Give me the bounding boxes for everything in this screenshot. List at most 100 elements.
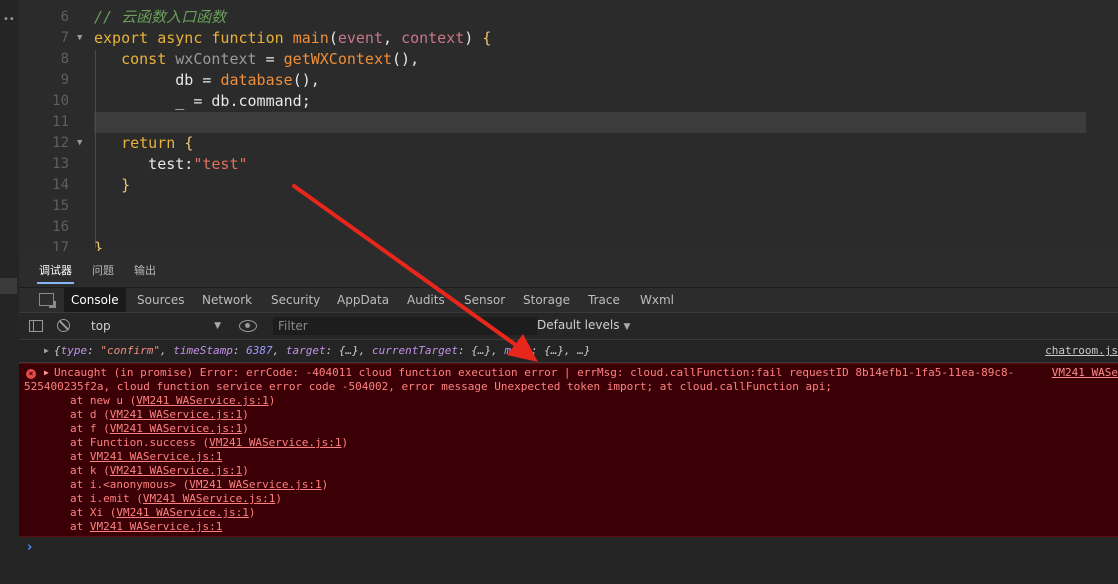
stack-frame-link[interactable]: VM241 WAService.js:1 bbox=[110, 464, 242, 477]
console-output: ▶ {type: "confirm", timeStamp: 6387, tar… bbox=[19, 340, 1118, 584]
tab-wxml[interactable]: Wxml bbox=[640, 288, 674, 312]
code-token: "test" bbox=[193, 155, 248, 173]
stack-frame-label: at k ( bbox=[70, 464, 110, 477]
code-text: } bbox=[94, 175, 130, 196]
code-line[interactable]: 8 const wxContext = getWXContext(), bbox=[19, 49, 1118, 70]
devtools-panel: 调试器 问题 输出 Console Sources Network Securi… bbox=[19, 251, 1118, 584]
stack-frame-link[interactable]: VM241 WAService.js:1 bbox=[136, 394, 268, 407]
stack-frame-link[interactable]: VM241 WAService.js:1 bbox=[189, 478, 321, 491]
fold-arrow-icon[interactable]: ▼ bbox=[77, 133, 82, 154]
line-number: 6 bbox=[60, 9, 69, 25]
stack-frame-suffix: ) bbox=[268, 394, 276, 407]
line-number: 13 bbox=[52, 156, 69, 172]
code-line[interactable]: 11 bbox=[19, 112, 1118, 133]
line-number: 14 bbox=[52, 177, 69, 193]
tab-storage[interactable]: Storage bbox=[523, 288, 570, 312]
stack-frame-suffix: ) bbox=[248, 506, 256, 519]
console-prompt[interactable]: › bbox=[19, 540, 1118, 560]
stack-frame-suffix: ) bbox=[242, 464, 249, 477]
live-expression-eye-icon[interactable] bbox=[239, 320, 257, 332]
code-token: getWXContext bbox=[283, 50, 393, 68]
code-text: } bbox=[94, 238, 103, 251]
error-source-link[interactable]: VM241 WASe bbox=[1052, 366, 1118, 380]
show-sidebar-icon[interactable] bbox=[29, 320, 43, 332]
object-token: : {…}, bbox=[325, 344, 372, 357]
code-token: async bbox=[157, 29, 212, 47]
tab-audits[interactable]: Audits bbox=[407, 288, 445, 312]
code-token: database bbox=[220, 71, 293, 89]
tab-output[interactable]: 输出 bbox=[134, 262, 156, 278]
object-preview[interactable]: {type: "confirm", timeStamp: 6387, targe… bbox=[54, 340, 591, 362]
line-number: 8 bbox=[60, 51, 69, 67]
filter-input[interactable] bbox=[273, 317, 537, 335]
code-editor[interactable]: 6// 云函数入口函数 7 ▼ export async function main(… bbox=[19, 0, 1118, 251]
fold-arrow-icon[interactable]: ▼ bbox=[77, 28, 82, 49]
code-token: (), bbox=[392, 50, 420, 68]
code-line[interactable]: 7 ▼ export async function main(event, cont… bbox=[19, 28, 1118, 49]
clear-console-icon[interactable] bbox=[57, 319, 70, 332]
code-line[interactable]: 10 _ = db.command; bbox=[19, 91, 1118, 112]
code-text: export async function main(event, contex… bbox=[94, 28, 491, 49]
strip-selected-item[interactable] bbox=[0, 278, 17, 294]
tab-security[interactable]: Security bbox=[271, 288, 320, 312]
tab-network[interactable]: Network bbox=[202, 288, 252, 312]
stack-frame-link[interactable]: VM241 WAService.js:1 bbox=[90, 450, 222, 463]
code-token: const bbox=[94, 50, 176, 68]
object-token: timeStamp bbox=[173, 344, 233, 357]
code-line[interactable]: 9 db = database(), bbox=[19, 70, 1118, 91]
object-token: 6387 bbox=[246, 344, 273, 357]
tab-issues[interactable]: 问题 bbox=[92, 262, 114, 278]
object-token: currentTarget bbox=[371, 344, 459, 357]
code-line[interactable]: 16 bbox=[19, 217, 1118, 238]
stack-frame-link[interactable]: VM241 WAService.js:1 bbox=[90, 520, 222, 533]
log-levels-dropdown[interactable]: Default levels ▼ bbox=[537, 318, 630, 332]
stack-frame-label: at Function.success ( bbox=[70, 436, 210, 449]
tab-sensor[interactable]: Sensor bbox=[464, 288, 505, 312]
tab-debugger[interactable]: 调试器 bbox=[37, 262, 74, 284]
log-levels-label: Default levels bbox=[537, 318, 620, 332]
line-number: 10 bbox=[52, 93, 69, 109]
code-line[interactable]: 12 ▼ return { bbox=[19, 133, 1118, 154]
expand-triangle-icon[interactable]: ▶ bbox=[44, 368, 49, 377]
code-text: return { bbox=[94, 133, 193, 154]
code-token: context bbox=[401, 29, 465, 47]
code-text: test:"test" bbox=[94, 154, 248, 175]
console-log-object[interactable]: ▶ {type: "confirm", timeStamp: 6387, tar… bbox=[19, 340, 1118, 363]
stack-frame: at Xi (VM241 WAService.js:1) bbox=[70, 506, 255, 520]
expand-triangle-icon[interactable]: ▶ bbox=[44, 340, 49, 362]
object-token: : {…}, bbox=[458, 344, 505, 357]
inspect-element-icon[interactable] bbox=[39, 293, 56, 308]
stack-frame-suffix: ) bbox=[341, 436, 349, 449]
code-line[interactable]: 6 // 云函数入口函数 bbox=[19, 7, 1118, 28]
stack-frame-link[interactable]: VM241 WAService.js:1 bbox=[110, 408, 242, 421]
code-token: wxContext bbox=[175, 50, 266, 68]
tab-trace[interactable]: Trace bbox=[588, 288, 620, 312]
code-token: db.command; bbox=[211, 92, 311, 110]
code-token: main bbox=[292, 29, 329, 47]
stack-frame-link[interactable]: VM241 WAService.js:1 bbox=[110, 422, 242, 435]
stack-frame-suffix: ) bbox=[275, 492, 282, 505]
stack-frame-link[interactable]: VM241 WAService.js:1 bbox=[209, 436, 341, 449]
code-line[interactable]: 13 test:"test" bbox=[19, 154, 1118, 175]
stack-frame-link[interactable]: VM241 WAService.js:1 bbox=[116, 506, 248, 519]
tab-console[interactable]: Console bbox=[64, 288, 126, 312]
line-number: 17 bbox=[52, 240, 69, 251]
line-number: 15 bbox=[52, 198, 69, 214]
context-selector[interactable]: top ▼ bbox=[89, 317, 221, 335]
activity-strip: •• bbox=[0, 0, 19, 584]
code-token: return bbox=[94, 134, 185, 152]
code-token: = bbox=[202, 71, 221, 89]
code-token: } bbox=[94, 239, 104, 251]
code-line[interactable]: 15 bbox=[19, 196, 1118, 217]
line-number: 9 bbox=[60, 72, 69, 88]
tab-sources[interactable]: Sources bbox=[137, 288, 184, 312]
stack-frame-label: at i.emit ( bbox=[70, 492, 143, 505]
stack-frame-suffix: ) bbox=[242, 408, 249, 421]
source-link[interactable]: chatroom.js bbox=[1045, 340, 1118, 362]
tab-appdata[interactable]: AppData bbox=[337, 288, 389, 312]
code-line[interactable]: 14 } bbox=[19, 175, 1118, 196]
stack-frame: at VM241 WAService.js:1 bbox=[70, 520, 222, 534]
code-line[interactable]: 17} bbox=[19, 238, 1118, 251]
stack-frame-link[interactable]: VM241 WAService.js:1 bbox=[143, 492, 275, 505]
object-token: mark bbox=[504, 344, 531, 357]
